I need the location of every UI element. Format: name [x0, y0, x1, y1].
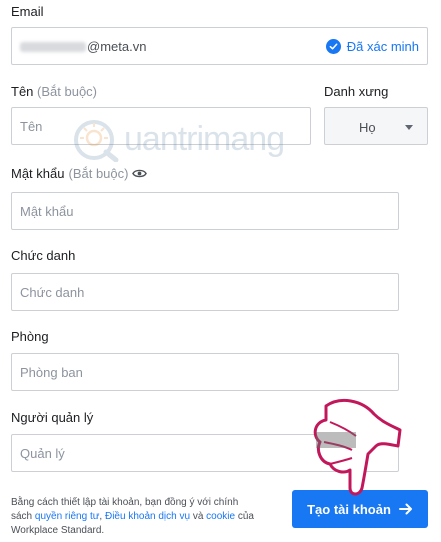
department-input[interactable]: Phòng ban [11, 353, 399, 391]
email-label: Email [11, 4, 44, 19]
email-verified-badge: Đã xác minh [325, 39, 419, 54]
pointing-hand-icon [296, 392, 404, 509]
legal-text: Bằng cách thiết lập tài khoản, bạn đồng … [11, 497, 254, 536]
privacy-policy-link[interactable]: quyền riêng tư [35, 511, 100, 522]
cookie-policy-link[interactable]: cookie [206, 511, 235, 522]
password-label: Mật khẩu (Bắt buộc) [11, 166, 148, 181]
email-domain: @meta.vn [87, 39, 147, 54]
job-title-label: Chức danh [11, 248, 76, 263]
first-name-input[interactable]: Tên [11, 107, 311, 145]
job-title-input[interactable]: Chức danh [11, 273, 399, 311]
email-field[interactable]: @meta.vn Đã xác minh [11, 27, 428, 65]
surname-select[interactable]: Họ [324, 107, 428, 145]
eye-icon[interactable] [132, 168, 148, 179]
first-name-label: Tên (Bắt buộc) [11, 84, 98, 99]
check-circle-icon [325, 39, 341, 54]
password-input[interactable]: Mật khẩu [11, 192, 399, 230]
department-label: Phòng [11, 329, 49, 344]
manager-label: Người quản lý [11, 410, 94, 425]
caret-down-icon [405, 125, 413, 130]
surname-label: Danh xưng [324, 84, 389, 99]
email-redacted [20, 41, 86, 52]
terms-of-service-link[interactable]: Điều khoản dịch vụ [105, 511, 190, 522]
